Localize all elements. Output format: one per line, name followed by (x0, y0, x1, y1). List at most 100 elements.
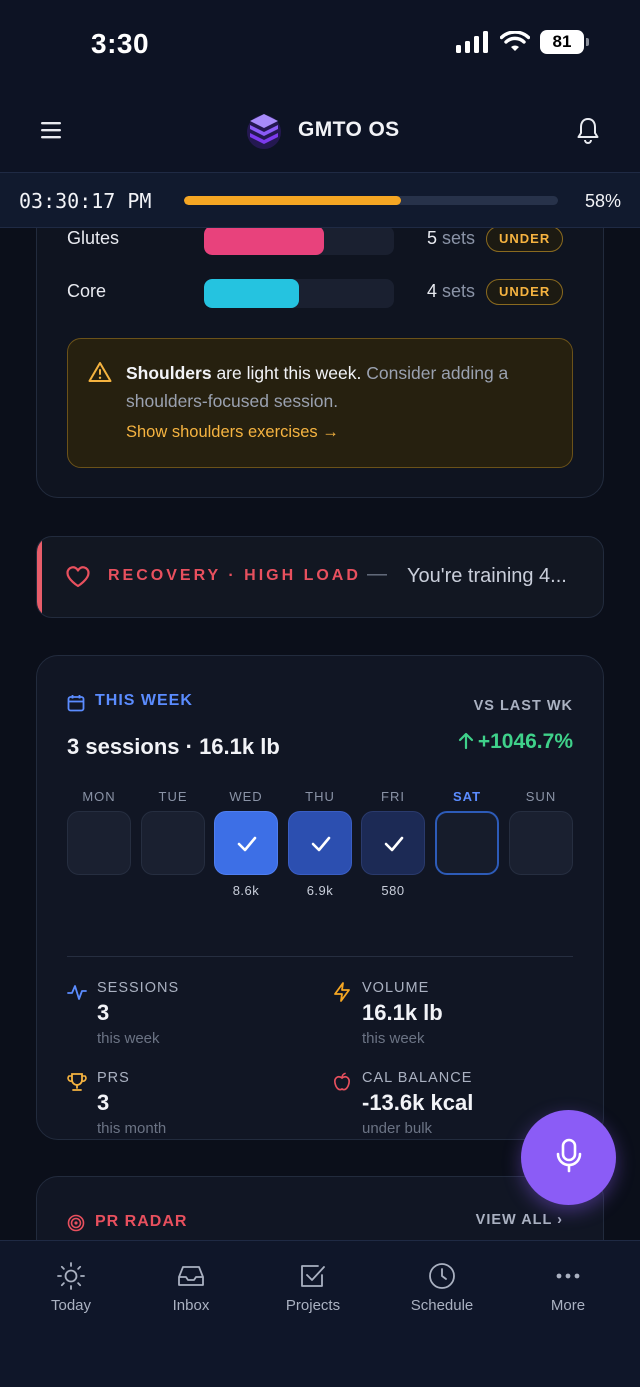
check-icon (237, 836, 257, 852)
status-icons: 81 (456, 30, 589, 54)
muscle-row-glutes: Glutes 5 sets UNDER (67, 228, 567, 256)
app-title: GMTO OS (298, 118, 400, 141)
stat-label: SESSIONS (97, 980, 180, 996)
view-all-link[interactable]: VIEW ALL › (476, 1212, 563, 1228)
activity-icon (67, 985, 87, 1000)
day-name: WED (229, 789, 263, 804)
app-header: GMTO OS (0, 90, 640, 172)
day-progress-track (184, 196, 558, 205)
day-name: SUN (525, 789, 557, 804)
stat-label: CAL BALANCE (362, 1070, 473, 1086)
week-label: THIS WEEK (95, 692, 193, 709)
main-scroll[interactable]: Glutes 5 sets UNDER Core 4 sets UNDER Sh… (0, 228, 640, 1240)
day-fri[interactable]: FRI 580 (361, 789, 425, 898)
day-progress-bar: 03:30:17 PM 58% (0, 172, 640, 228)
muscle-row-core: Core 4 sets UNDER (67, 279, 567, 309)
stat-sub: this week (362, 1030, 425, 1047)
sun-icon (57, 1262, 85, 1290)
day-tue[interactable]: TUE (141, 789, 205, 883)
shoulders-warning: Shoulders are light this week. Consider … (67, 338, 573, 468)
day-sun[interactable]: SUN (509, 789, 573, 883)
day-progress-fill (184, 196, 401, 205)
bottom-tab-bar: Today Inbox Projects Schedule More (0, 1240, 640, 1387)
more-icon (556, 1273, 580, 1279)
tab-inbox[interactable]: Inbox (141, 1261, 241, 1314)
day-name: TUE (158, 789, 188, 804)
tab-more[interactable]: More (518, 1261, 618, 1314)
check-icon (311, 836, 331, 852)
muscle-bar-track (204, 279, 394, 308)
clock-time: 03:30:17 PM (19, 189, 152, 213)
checkbox-icon (301, 1265, 325, 1287)
day-wed[interactable]: WED 8.6k (214, 789, 278, 898)
check-icon (384, 836, 404, 852)
tab-projects[interactable]: Projects (263, 1261, 363, 1314)
stat-value: 3 (97, 1000, 110, 1025)
stat-label: PRS (97, 1070, 130, 1086)
status-bar: 3:30 81 (0, 0, 640, 90)
week-delta: +1046.7% (458, 730, 573, 754)
apple-icon (334, 1072, 350, 1091)
status-badge: UNDER (486, 228, 564, 252)
recovery-label: RECOVERY · HIGH LOAD (108, 567, 361, 584)
battery-indicator: 81 (540, 30, 589, 54)
this-week-card: THIS WEEK VS LAST WK 3 sessions · 16.1k … (36, 655, 604, 1140)
stat-value: 16.1k lb (362, 1000, 443, 1025)
day-sat[interactable]: SAT (435, 789, 499, 883)
trophy-icon (67, 1073, 87, 1091)
heart-icon (66, 566, 90, 588)
recovery-banner[interactable]: RECOVERY · HIGH LOAD — You're training 4… (36, 536, 604, 618)
muscle-sets: 4 sets (427, 281, 476, 301)
menu-icon[interactable] (40, 120, 62, 140)
logo-icon (247, 114, 281, 149)
microphone-icon (556, 1138, 582, 1173)
warning-icon (88, 362, 112, 382)
day-progress-percent: 58% (584, 191, 621, 211)
tab-label: More (550, 1297, 586, 1314)
day-name: FRI (381, 789, 405, 804)
day-volume: 6.9k (306, 883, 334, 898)
signal-icon (456, 31, 488, 53)
vs-last-week-label: VS LAST WK (473, 698, 573, 714)
voice-input-button[interactable] (521, 1110, 616, 1205)
tab-label: Today (50, 1297, 92, 1314)
day-name: THU (305, 789, 335, 804)
day-mon[interactable]: MON (67, 789, 131, 883)
day-thu[interactable]: THU 6.9k (288, 789, 352, 898)
day-box (67, 811, 131, 875)
day-volume: 580 (381, 883, 405, 898)
calendar-icon (67, 695, 85, 712)
day-name: MON (82, 789, 116, 804)
target-icon (67, 1214, 85, 1232)
day-box-today (435, 811, 499, 875)
stat-sub: under bulk (362, 1120, 433, 1137)
day-box (509, 811, 573, 875)
stat-label: VOLUME (362, 980, 430, 996)
pr-radar-card: PR RADAR VIEW ALL › (36, 1176, 604, 1240)
recovery-accent (37, 537, 42, 617)
day-box (361, 811, 425, 875)
status-badge: UNDER (486, 279, 564, 305)
clock-icon (429, 1263, 455, 1289)
muscle-bar-fill (204, 279, 299, 308)
tab-label: Inbox (172, 1297, 210, 1314)
tab-label: Schedule (410, 1297, 474, 1314)
muscle-bar-fill (204, 228, 324, 255)
status-time: 3:30 (91, 28, 150, 59)
arrow-up-icon (458, 732, 473, 750)
tab-schedule[interactable]: Schedule (392, 1261, 492, 1314)
muscle-name: Core (67, 281, 107, 301)
bell-icon[interactable] (576, 116, 600, 144)
stat-sub: this month (97, 1120, 167, 1137)
week-summary: 3 sessions · 16.1k lb (67, 734, 280, 759)
recovery-separator: — (367, 563, 387, 585)
tab-today[interactable]: Today (21, 1261, 121, 1314)
day-box (214, 811, 278, 875)
muscle-bar-track (204, 228, 394, 255)
pr-radar-label: PR RADAR (95, 1213, 188, 1230)
stat-value: 3 (97, 1090, 110, 1115)
divider (67, 956, 573, 957)
stat-value: -13.6k kcal (362, 1090, 474, 1115)
muscle-name: Glutes (67, 228, 120, 248)
show-exercises-link[interactable]: Show shoulders exercises → (126, 423, 339, 442)
